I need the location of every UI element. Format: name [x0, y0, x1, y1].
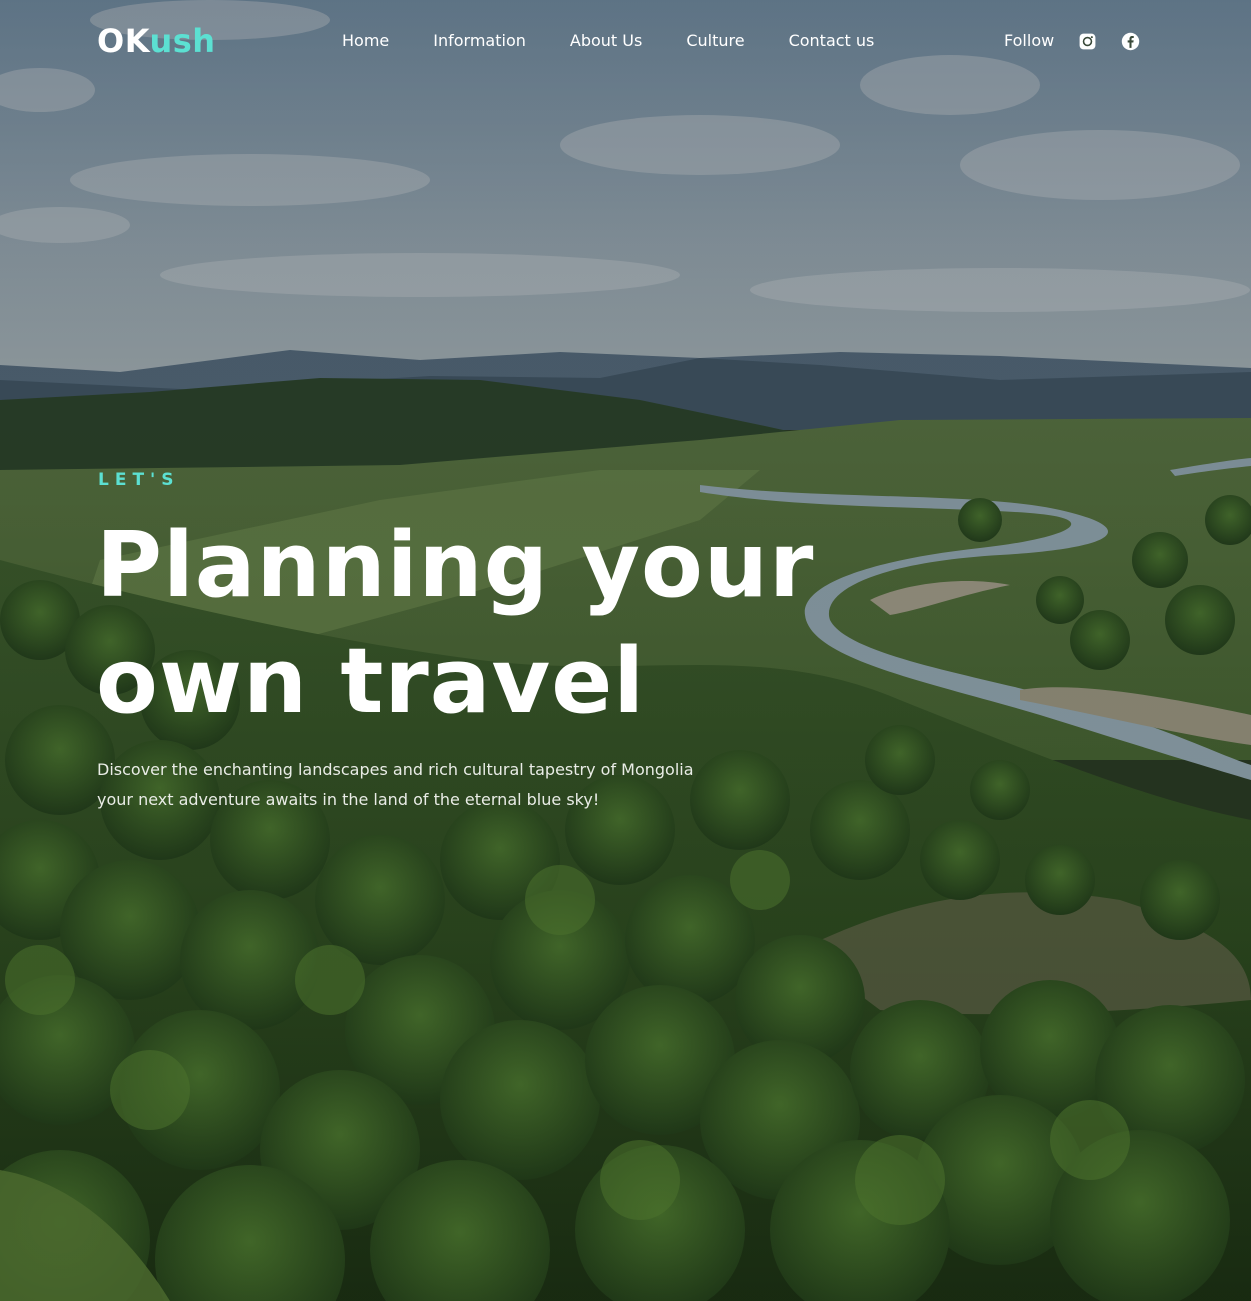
brand-logo[interactable]: OKush [97, 22, 216, 60]
logo-accent-text: ush [149, 22, 216, 60]
nav-item-information[interactable]: Information [433, 31, 526, 50]
hero-headline-line-2: own travel [96, 629, 646, 734]
instagram-icon[interactable] [1078, 32, 1097, 51]
logo-main-text: OK [97, 22, 150, 60]
hero-eyebrow: LET'S [98, 470, 180, 490]
main-nav: Home Information About Us Culture Contac… [342, 31, 918, 50]
hero-headline-line-1: Planning your [96, 513, 815, 618]
nav-item-contact-us[interactable]: Contact us [789, 31, 875, 50]
hero-description: Discover the enchanting landscapes and r… [97, 755, 737, 815]
facebook-icon[interactable] [1121, 32, 1140, 51]
hero-description-line-1: Discover the enchanting landscapes and r… [97, 760, 694, 779]
nav-item-about-us[interactable]: About Us [570, 31, 642, 50]
nav-item-culture[interactable]: Culture [686, 31, 744, 50]
hero-headline: Planning your own travel [96, 508, 996, 740]
follow-label: Follow [1004, 31, 1055, 50]
hero-description-line-2: your next adventure awaits in the land o… [97, 790, 600, 809]
nav-item-home[interactable]: Home [342, 31, 389, 50]
